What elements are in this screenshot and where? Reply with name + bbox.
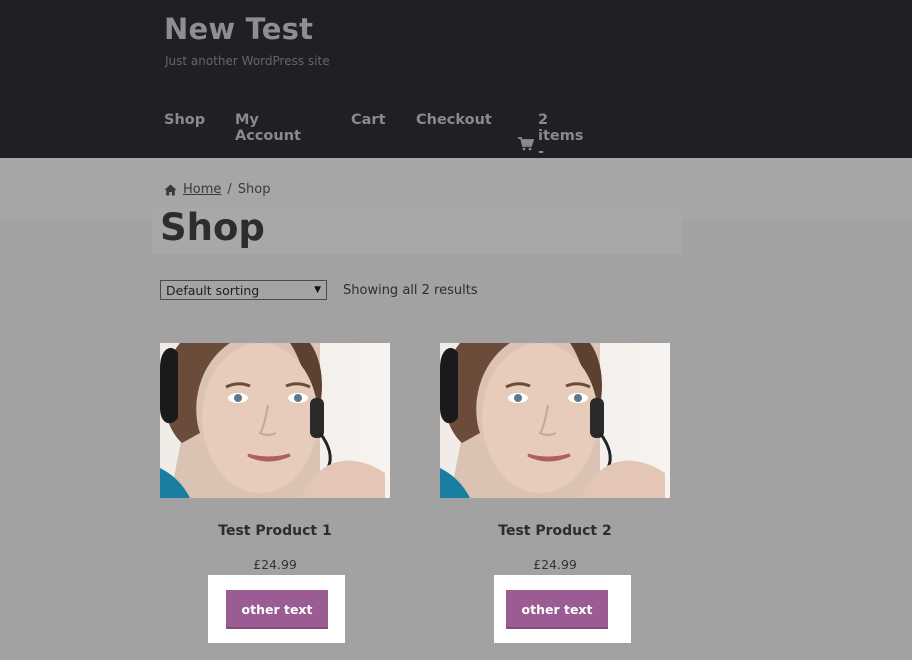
dropdown-arrow-icon: ▼ bbox=[314, 285, 321, 295]
breadcrumb-home-link[interactable]: Home bbox=[183, 182, 221, 197]
product-title[interactable]: Test Product 1 bbox=[160, 523, 390, 539]
breadcrumb-separator: / bbox=[227, 182, 232, 197]
page: New Test Just another WordPress site Sho… bbox=[0, 0, 912, 660]
sort-select-value: Default sorting bbox=[166, 282, 260, 298]
nav-item-checkout[interactable]: Checkout bbox=[416, 112, 492, 128]
nav-item-cart[interactable]: Cart bbox=[351, 112, 386, 128]
site-header: New Test Just another WordPress site Sho… bbox=[0, 0, 912, 176]
shopping-cart-icon bbox=[518, 137, 535, 151]
result-count: Showing all 2 results bbox=[343, 283, 478, 298]
site-title[interactable]: New Test bbox=[164, 12, 313, 46]
add-to-cart-button[interactable]: other text bbox=[226, 590, 328, 629]
sort-select[interactable]: Default sorting ▼ bbox=[160, 280, 327, 300]
product-image[interactable] bbox=[160, 343, 390, 498]
add-to-cart-button[interactable]: other text bbox=[506, 590, 608, 629]
nav-item-my-account[interactable]: My Account bbox=[235, 112, 301, 144]
page-title: Shop bbox=[160, 206, 265, 249]
site-tagline: Just another WordPress site bbox=[165, 54, 330, 68]
breadcrumb: Home / Shop bbox=[164, 182, 270, 197]
nav-item-shop[interactable]: Shop bbox=[164, 112, 205, 128]
product-price: £24.99 bbox=[533, 557, 577, 572]
product-image[interactable] bbox=[440, 343, 670, 498]
breadcrumb-current: Shop bbox=[237, 182, 271, 197]
product-title[interactable]: Test Product 2 bbox=[440, 523, 670, 539]
product-price: £24.99 bbox=[253, 557, 297, 572]
home-icon bbox=[164, 184, 177, 196]
